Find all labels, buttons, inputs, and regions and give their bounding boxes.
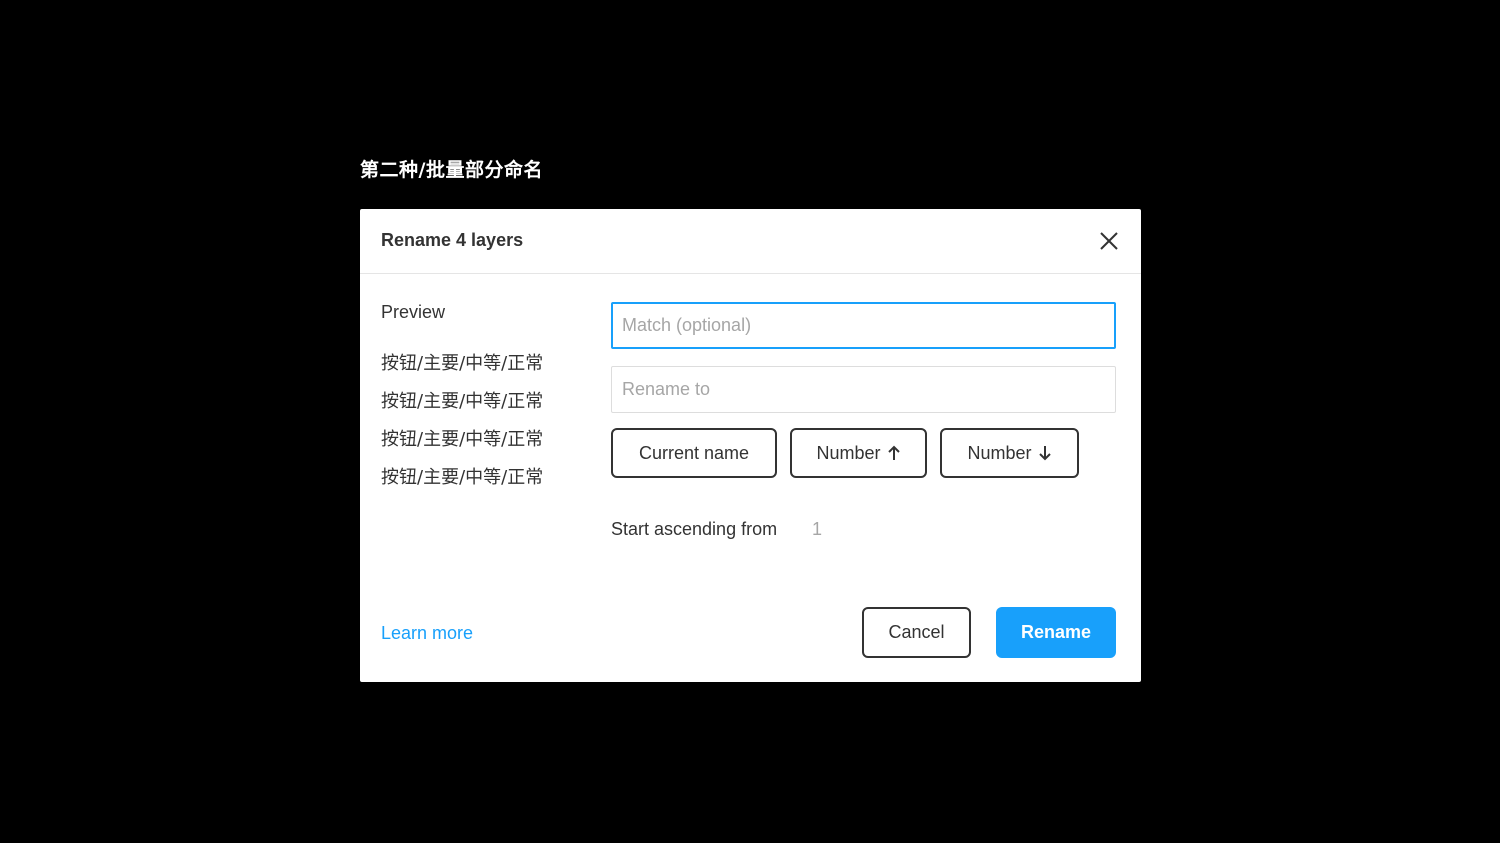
start-ascending-label: Start ascending from [611,519,778,539]
preview-item: 按钮/主要/中等/正常 [381,467,544,488]
page: 第二种/批量部分命名 Rename 4 layers Preview 按钮/主要… [0,0,1500,843]
arrow-up-icon [887,445,900,460]
rename-dialog: Rename 4 layers Preview 按钮/主要/中等/正常 按钮/主… [360,209,1141,682]
cancel-button-label: Cancel [888,622,945,642]
number-descending-chip[interactable]: Number [940,428,1079,478]
dialog-header: Rename 4 layers [360,209,1141,274]
preview-item: 按钮/主要/中等/正常 [381,353,544,374]
rename-to-input[interactable] [611,366,1116,413]
number-ascending-chip-label: Number [816,442,881,463]
current-name-chip-label: Current name [638,442,750,463]
preview-item: 按钮/主要/中等/正常 [381,391,544,412]
match-input[interactable] [611,302,1116,349]
dialog-title: Rename 4 layers [381,230,524,250]
start-ascending-value[interactable]: 1 [812,519,822,540]
rename-button[interactable]: Rename [996,607,1116,658]
preview-item: 按钮/主要/中等/正常 [381,429,544,450]
page-caption: 第二种/批量部分命名 [360,159,543,181]
close-button[interactable] [1098,230,1120,252]
close-icon [1100,232,1118,250]
cancel-button[interactable]: Cancel [862,607,971,658]
current-name-chip[interactable]: Current name [611,428,777,478]
preview-label: Preview [381,302,446,322]
learn-more-link[interactable]: Learn more [381,623,473,644]
number-descending-chip-label: Number [967,442,1032,463]
arrow-down-icon [1038,446,1051,461]
number-ascending-chip[interactable]: Number [790,428,927,478]
rename-button-label: Rename [1020,622,1092,642]
preview-list: 按钮/主要/中等/正常 按钮/主要/中等/正常 按钮/主要/中等/正常 按钮/主… [381,351,543,503]
